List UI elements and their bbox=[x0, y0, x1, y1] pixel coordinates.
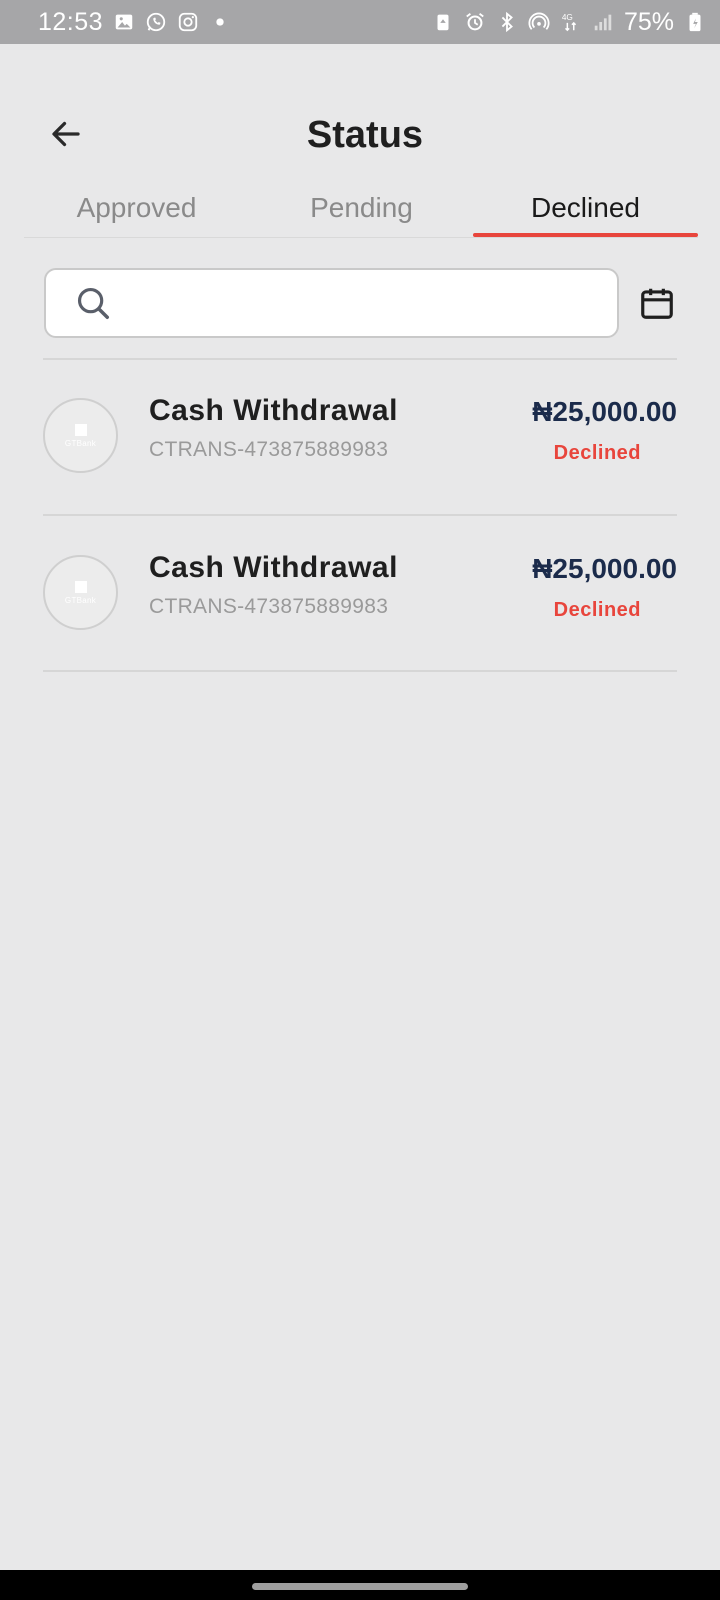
transaction-status: Declined bbox=[553, 599, 641, 621]
calendar-icon bbox=[638, 284, 676, 322]
active-tab-indicator bbox=[473, 233, 698, 237]
alarm-icon bbox=[464, 11, 486, 33]
bank-logo-text: GTBank bbox=[64, 438, 97, 448]
bluetooth-icon bbox=[496, 11, 518, 33]
status-bar-right: 4G 75% bbox=[432, 8, 706, 37]
status-time: 12:53 bbox=[38, 7, 104, 36]
bank-logo-mark bbox=[74, 580, 87, 593]
bank-logo-text: GTBank bbox=[64, 595, 97, 605]
svg-text:4G: 4G bbox=[562, 13, 573, 22]
transaction-reference: CTRANS-473875889983 bbox=[149, 595, 389, 618]
page-title: Status bbox=[306, 114, 424, 156]
tab-bar: Approved Pending Declined bbox=[24, 186, 698, 238]
system-nav-bar bbox=[0, 1570, 720, 1600]
hotspot-icon bbox=[528, 11, 550, 33]
divider bbox=[43, 670, 677, 672]
home-indicator[interactable] bbox=[252, 1583, 468, 1590]
search-icon bbox=[74, 284, 112, 322]
tab-approved[interactable]: Approved bbox=[24, 186, 249, 238]
status-bar: 12:53 4G 75% bbox=[0, 0, 720, 44]
instagram-icon bbox=[177, 11, 199, 33]
tab-declined[interactable]: Declined bbox=[473, 186, 698, 238]
bank-logo-avatar: GTBank bbox=[43, 398, 118, 473]
4g-icon: 4G bbox=[560, 11, 582, 33]
battery-icon bbox=[684, 11, 706, 33]
search-input[interactable] bbox=[126, 289, 606, 317]
battery-percentage: 75% bbox=[623, 7, 674, 36]
signal-icon bbox=[592, 11, 614, 33]
calendar-button[interactable] bbox=[636, 282, 678, 324]
transaction-row[interactable]: GTBank Cash Withdrawal CTRANS-4738758899… bbox=[43, 519, 677, 659]
bank-logo-avatar: GTBank bbox=[43, 555, 118, 630]
transaction-title: Cash Withdrawal bbox=[149, 551, 398, 584]
lock-icon bbox=[432, 11, 454, 33]
search-box[interactable] bbox=[44, 268, 619, 338]
gallery-icon bbox=[113, 11, 135, 33]
dot-icon bbox=[209, 11, 231, 33]
transaction-row[interactable]: GTBank Cash Withdrawal CTRANS-4738758899… bbox=[43, 362, 677, 502]
transaction-status: Declined bbox=[553, 442, 641, 464]
divider bbox=[43, 358, 677, 360]
transaction-amount: ₦25,000.00 bbox=[532, 553, 677, 584]
transaction-title: Cash Withdrawal bbox=[149, 394, 398, 427]
bank-logo-mark bbox=[74, 423, 87, 436]
whatsapp-icon bbox=[145, 11, 167, 33]
transaction-amount: ₦25,000.00 bbox=[532, 396, 677, 427]
transaction-reference: CTRANS-473875889983 bbox=[149, 438, 389, 461]
tab-pending[interactable]: Pending bbox=[249, 186, 474, 238]
divider bbox=[43, 514, 677, 516]
status-bar-left: 12:53 bbox=[38, 8, 231, 37]
